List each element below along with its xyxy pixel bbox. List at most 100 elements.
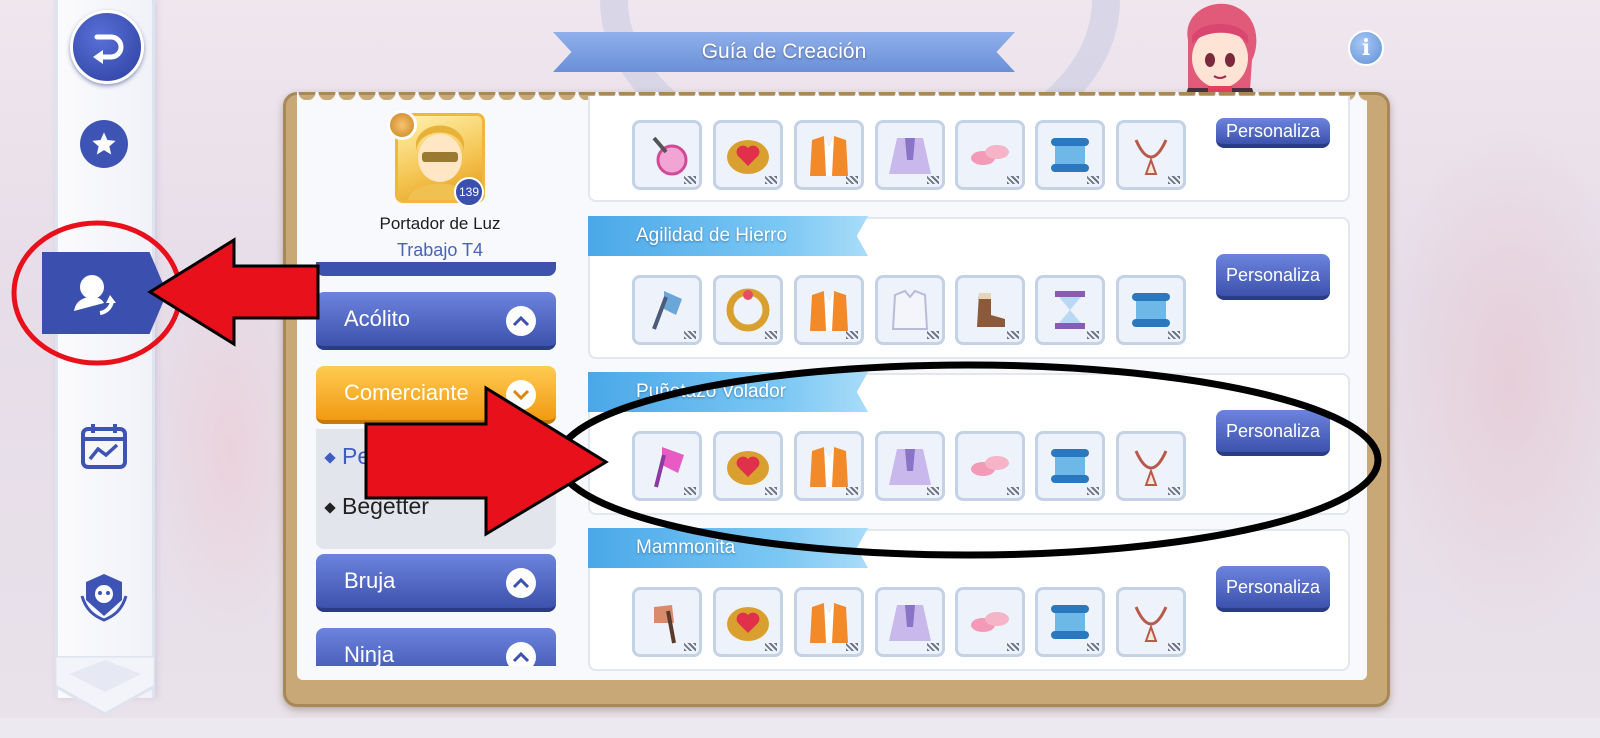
personalize-button[interactable]: Personaliza — [1216, 566, 1330, 612]
equipment-slot[interactable] — [713, 275, 783, 345]
magnifier-wand-icon — [652, 136, 688, 176]
equipment-slot[interactable] — [632, 275, 702, 345]
chevron-up-icon — [506, 568, 536, 598]
bottom-strip — [0, 718, 1600, 738]
build-title: Puñetazo Volador — [588, 372, 868, 412]
equipment-slot[interactable] — [875, 275, 945, 345]
page-title-banner: Guía de Creación — [553, 32, 1015, 72]
chevron-up-icon — [506, 642, 536, 666]
personalize-button[interactable]: Personaliza — [1216, 118, 1330, 148]
equipment-slot[interactable] — [955, 275, 1025, 345]
blue-scroll-icon — [1051, 138, 1089, 172]
personalize-button[interactable]: Personaliza — [1216, 410, 1330, 456]
corner-mark — [1168, 487, 1180, 495]
corner-mark — [927, 487, 939, 495]
class-label: Ninja — [344, 642, 395, 666]
class-witch[interactable]: Bruja — [316, 554, 556, 612]
equipment-slot[interactable] — [875, 587, 945, 657]
brown-boots-icon — [977, 293, 1005, 327]
corner-mark — [1168, 176, 1180, 184]
subclass-label: Pe — [342, 443, 371, 469]
character-level: 139 — [454, 177, 484, 207]
build-guide-icon — [73, 275, 116, 315]
corner-mark — [765, 643, 777, 651]
equipment-slot[interactable] — [1116, 275, 1186, 345]
chevron-down-icon — [506, 380, 536, 410]
equipment-slot[interactable] — [1035, 587, 1105, 657]
corner-mark — [1087, 176, 1099, 184]
guild-button[interactable] — [78, 570, 130, 622]
lavender-cape-icon — [889, 138, 931, 174]
build-title: Agilidad de Hierro — [588, 216, 868, 256]
equipment-slot[interactable] — [713, 587, 783, 657]
star-icon — [92, 132, 116, 155]
bone-necklace-icon — [1134, 606, 1168, 642]
equipment-slot[interactable] — [632, 120, 702, 190]
page-title: Guía de Creación — [701, 40, 867, 63]
info-icon: i — [1361, 35, 1371, 61]
equipment-slot[interactable] — [875, 431, 945, 501]
corner-mark — [1087, 643, 1099, 651]
subclass-item-begetter[interactable]: Begetter — [324, 493, 429, 520]
corner-mark — [846, 331, 858, 339]
bullet-icon — [324, 452, 336, 464]
back-icon — [93, 34, 124, 64]
blue-scroll-icon — [1051, 449, 1089, 483]
pink-shoes-icon — [971, 456, 1009, 476]
blue-axe-icon — [652, 291, 682, 330]
equipment-slot[interactable] — [955, 431, 1025, 501]
equipment-slot[interactable] — [794, 275, 864, 345]
equipment-slot[interactable] — [955, 120, 1025, 190]
equipment-slot[interactable] — [1116, 120, 1186, 190]
favorites-button[interactable] — [80, 120, 128, 168]
class-list[interactable]: Acólito Comerciante Pe Begetter Bruja Ni… — [316, 262, 558, 666]
equipment-slot[interactable] — [713, 120, 783, 190]
equipment-slot[interactable] — [794, 431, 864, 501]
class-label: Comerciante — [344, 380, 469, 405]
blue-scroll-icon — [1051, 605, 1089, 639]
equipment-slot[interactable] — [1035, 275, 1105, 345]
build-guide-tab[interactable] — [42, 252, 167, 334]
calendar-button[interactable] — [78, 420, 130, 472]
corner-mark — [1087, 331, 1099, 339]
back-button[interactable] — [70, 10, 144, 84]
corner-mark — [684, 176, 696, 184]
class-list-prev-edge — [316, 262, 556, 276]
corner-mark — [1168, 643, 1180, 651]
corner-mark — [1168, 331, 1180, 339]
equipment-slot[interactable] — [632, 431, 702, 501]
equipment-slot[interactable] — [713, 431, 783, 501]
corner-mark — [1007, 331, 1019, 339]
pink-axe-icon — [654, 447, 684, 488]
equipment-slot[interactable] — [1116, 587, 1186, 657]
equipment-slot[interactable] — [794, 587, 864, 657]
subclass-item-active[interactable]: Pe — [324, 443, 371, 470]
bronze-axe-icon — [654, 605, 676, 644]
build-title: Mammonita — [588, 528, 868, 568]
corner-mark — [846, 176, 858, 184]
guild-crest-icon — [80, 574, 128, 622]
info-button[interactable]: i — [1348, 30, 1384, 66]
equipment-slot[interactable] — [1035, 120, 1105, 190]
equipment-slot[interactable] — [1116, 431, 1186, 501]
equipment-slot[interactable] — [955, 587, 1025, 657]
equipment-slot[interactable] — [794, 120, 864, 190]
equipment-slot[interactable] — [875, 120, 945, 190]
gold-bracelet-icon — [726, 288, 770, 332]
heart-ring-icon — [727, 140, 769, 174]
heart-ring-icon — [727, 451, 769, 485]
personalize-button[interactable]: Personaliza — [1216, 254, 1330, 300]
corner-mark — [927, 331, 939, 339]
equipment-slot[interactable] — [1035, 431, 1105, 501]
corner-mark — [1007, 487, 1019, 495]
corner-mark — [927, 643, 939, 651]
character-job: Trabajo T4 — [396, 240, 484, 260]
blue-scroll-icon — [1132, 293, 1170, 327]
class-ninja[interactable]: Ninja — [316, 628, 556, 666]
corner-mark — [765, 487, 777, 495]
class-merchant[interactable]: Comerciante — [316, 366, 556, 424]
corner-mark — [927, 176, 939, 184]
class-acolyte[interactable]: Acólito — [316, 292, 556, 350]
lavender-cape-icon — [889, 605, 931, 641]
equipment-slot[interactable] — [632, 587, 702, 657]
